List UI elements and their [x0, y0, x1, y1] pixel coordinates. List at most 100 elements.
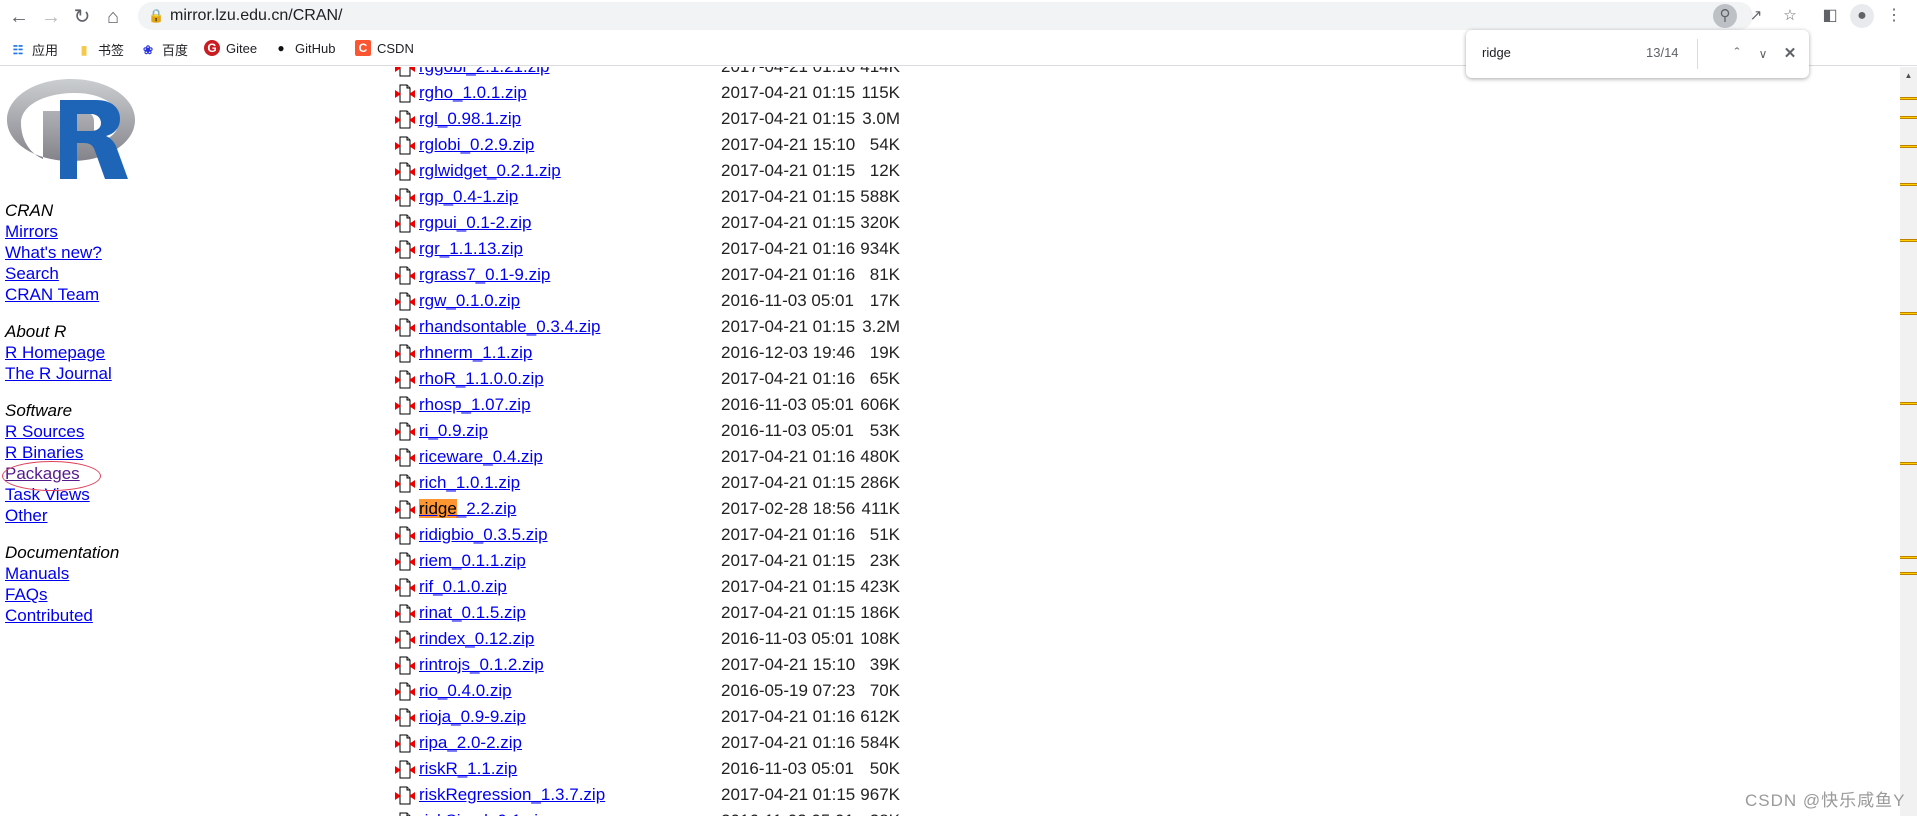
file-link[interactable]: rgpui_0.1-2.zip	[419, 210, 531, 236]
bookmark-书签[interactable]: ▮ 书签	[76, 40, 124, 59]
file-date: 2017-04-21 01:16	[721, 447, 856, 466]
file-link[interactable]: riskRegression_1.3.7.zip	[419, 782, 605, 808]
file-link[interactable]: rgp_0.4-1.zip	[419, 184, 518, 210]
file-date: 2017-04-21 01:16	[721, 525, 856, 544]
file-link[interactable]: rhnerm_1.1.zip	[419, 340, 532, 366]
file-size: 286K	[860, 473, 900, 492]
file-link[interactable]: riceware_0.4.zip	[419, 444, 543, 470]
file-link[interactable]: rglobi_0.2.9.zip	[419, 132, 534, 158]
file-link[interactable]: ri_0.9.zip	[419, 418, 488, 444]
side-panel-icon[interactable]: ◧	[1818, 4, 1842, 28]
bookmark-label: 应用	[32, 43, 59, 58]
home-icon[interactable]: ⌂	[100, 4, 126, 30]
forward-icon[interactable]: →	[38, 4, 64, 30]
scroll-find-marker	[1900, 572, 1917, 575]
file-link[interactable]: rgw_0.1.0.zip	[419, 288, 520, 314]
find-close-icon[interactable]: ✕	[1778, 42, 1802, 66]
zip-file-icon	[395, 526, 415, 545]
file-row: rinat_0.1.5.zip 2017-04-21 01:15 186K	[395, 600, 915, 626]
find-previous-chevron-up-icon[interactable]: ˆ	[1725, 42, 1749, 66]
find-input[interactable]: ridge	[1482, 45, 1511, 60]
file-date: 2017-04-21 15:10	[721, 135, 856, 154]
file-row: rio_0.4.0.zip 2016-05-19 07:23 70K	[395, 678, 915, 704]
find-next-chevron-down-icon[interactable]: ∨	[1751, 42, 1775, 66]
zip-file-icon	[395, 110, 415, 129]
file-link[interactable]: rgho_1.0.1.zip	[419, 80, 527, 106]
file-row: rglobi_0.2.9.zip 2017-04-21 15:10 54K	[395, 132, 915, 158]
bookmark-star-icon[interactable]: ☆	[1778, 4, 1802, 28]
file-link[interactable]: rhosp_1.07.zip	[419, 392, 531, 418]
share-icon[interactable]: ↗	[1744, 4, 1768, 28]
file-link[interactable]: rhandsontable_0.3.4.zip	[419, 314, 600, 340]
file-row: riskSimul_0.1.zip 2016-11-03 05:01 38K	[395, 808, 915, 816]
scroll-find-marker	[1900, 462, 1917, 465]
find-in-page-icon[interactable]: ⚲	[1713, 4, 1737, 28]
find-highlight: ridge	[419, 499, 457, 518]
file-date: 2017-04-21 01:15	[721, 83, 856, 102]
file-link[interactable]: riskR_1.1.zip	[419, 756, 517, 782]
zip-file-icon	[395, 240, 415, 259]
file-date: 2017-04-21 01:16	[721, 239, 856, 258]
file-size: 186K	[860, 603, 900, 622]
file-size: 3.2M	[862, 317, 900, 336]
bookmark-csdn[interactable]: C CSDN	[355, 40, 414, 56]
file-link[interactable]: rif_0.1.0.zip	[419, 574, 507, 600]
file-date: 2016-11-03 05:01	[721, 291, 854, 310]
back-icon[interactable]: ←	[6, 4, 32, 30]
file-size: 320K	[860, 213, 900, 232]
file-date: 2017-04-21 01:16	[721, 265, 856, 284]
file-link[interactable]: rio_0.4.0.zip	[419, 678, 512, 704]
file-link[interactable]: ridge_2.2.zip	[419, 496, 516, 522]
file-size: 108K	[860, 629, 900, 648]
file-row: rindex_0.12.zip 2016-11-03 05:01 108K	[395, 626, 915, 652]
file-link[interactable]: rgl_0.98.1.zip	[419, 106, 521, 132]
zip-file-icon	[395, 84, 415, 103]
file-link[interactable]: riskSimul_0.1.zip	[419, 808, 548, 816]
bookmark-应用[interactable]: ☷ 应用	[10, 40, 58, 59]
zip-file-icon	[395, 188, 415, 207]
file-link[interactable]: rglwidget_0.2.1.zip	[419, 158, 561, 184]
zip-file-icon	[395, 552, 415, 571]
file-link[interactable]: rich_1.0.1.zip	[419, 470, 520, 496]
bookmark-百度[interactable]: ❀ 百度	[140, 40, 188, 59]
menu-kebab-icon[interactable]: ⋮	[1882, 4, 1906, 28]
file-date: 2017-04-21 01:15	[721, 577, 856, 596]
file-row: riskRegression_1.3.7.zip 2017-04-21 01:15…	[395, 782, 915, 808]
zip-file-icon	[395, 370, 415, 389]
profile-avatar-icon[interactable]: ●	[1850, 4, 1874, 28]
file-date: 2017-04-21 01:15	[721, 109, 856, 128]
scroll-find-marker	[1900, 183, 1917, 186]
file-link[interactable]: rhoR_1.1.0.0.zip	[419, 366, 544, 392]
file-size: 23K	[869, 551, 900, 570]
bookmark-gitee[interactable]: G Gitee	[204, 40, 257, 56]
file-link[interactable]: rintrojs_0.1.2.zip	[419, 652, 544, 678]
file-link[interactable]: rioja_0.9-9.zip	[419, 704, 526, 730]
bookmark-label: 书签	[98, 43, 125, 58]
file-date: 2017-04-21 15:10	[721, 655, 856, 674]
file-size: 584K	[860, 733, 900, 752]
zip-file-icon	[395, 162, 415, 181]
baidu-paw-icon: ❀	[142, 42, 154, 57]
url-text: mirror.lzu.edu.cn/CRAN/	[170, 7, 343, 24]
browser-toolbar: ← → ↻ ⌂ 🔒 mirror.lzu.edu.cn/CRAN/ ⚲ ↗ ☆ …	[0, 0, 1917, 33]
zip-file-icon	[395, 578, 415, 597]
bookmark-github[interactable]: ● GitHub	[273, 40, 335, 56]
file-link[interactable]: rgr_1.1.13.zip	[419, 236, 523, 262]
vertical-scrollbar[interactable]: ▲	[1900, 67, 1917, 816]
zip-file-icon	[395, 812, 415, 816]
file-link[interactable]: ridigbio_0.3.5.zip	[419, 522, 548, 548]
reload-icon[interactable]: ↻	[69, 4, 95, 30]
file-date: 2017-04-21 01:15	[721, 213, 856, 232]
find-divider	[1697, 39, 1698, 69]
scroll-find-marker	[1900, 145, 1917, 148]
file-link[interactable]: riem_0.1.1.zip	[419, 548, 526, 574]
scroll-up-arrow-icon[interactable]: ▲	[1900, 67, 1917, 84]
file-link[interactable]: rindex_0.12.zip	[419, 626, 534, 652]
address-bar[interactable]: 🔒 mirror.lzu.edu.cn/CRAN/ ⚲ ↗ ☆	[138, 2, 1797, 30]
file-link[interactable]: rgrass7_0.1-9.zip	[419, 262, 550, 288]
scroll-find-marker	[1900, 116, 1917, 119]
file-link[interactable]: rggobi_2.1.21.zip	[419, 67, 549, 80]
file-row: rglwidget_0.2.1.zip 2017-04-21 01:15 12K	[395, 158, 915, 184]
file-link[interactable]: ripa_2.0-2.zip	[419, 730, 522, 756]
file-link[interactable]: rinat_0.1.5.zip	[419, 600, 526, 626]
